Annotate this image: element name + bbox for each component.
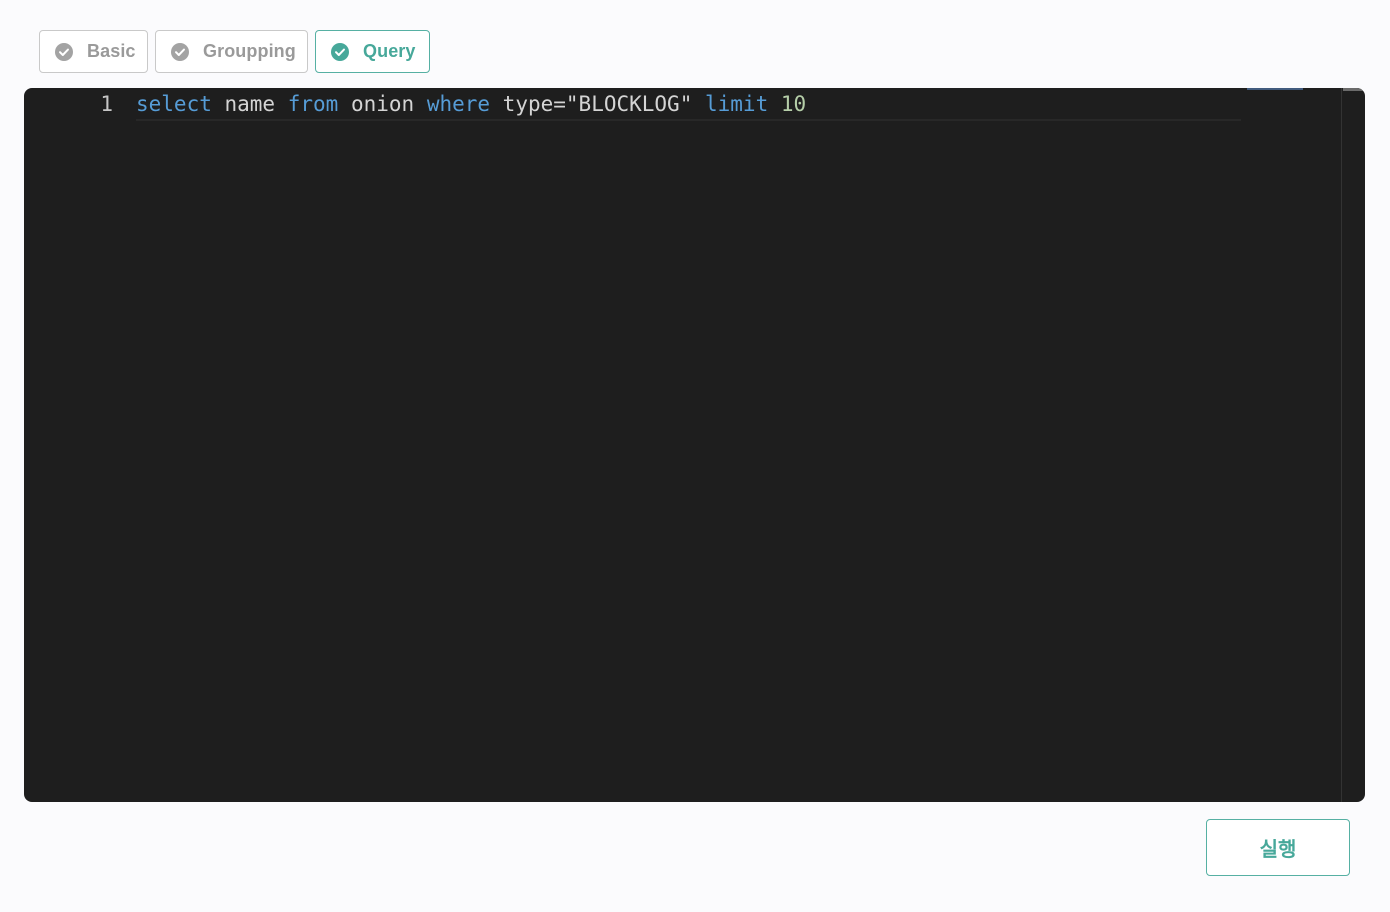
tab-groupping-label: Groupping — [203, 41, 296, 61]
check-circle-icon — [330, 42, 350, 62]
run-button-label: 실행 — [1259, 839, 1297, 861]
code-token: type — [490, 92, 554, 116]
vertical-scrollbar[interactable] — [1341, 88, 1365, 802]
line-number: 1 — [100, 92, 113, 116]
code-token: 10 — [780, 92, 807, 116]
code-token: from — [287, 92, 339, 116]
tab-query[interactable]: Query — [315, 30, 430, 73]
code-area[interactable]: select name from onion where type="BLOCK… — [136, 88, 1341, 802]
minimap[interactable] — [1241, 88, 1341, 802]
check-circle-icon — [54, 42, 74, 62]
tab-groupping[interactable]: Groupping — [155, 30, 308, 73]
run-button[interactable]: 실행 — [1206, 819, 1350, 876]
code-token: = — [553, 92, 566, 116]
tab-basic-label: Basic — [87, 41, 136, 61]
code-token: where — [426, 92, 491, 116]
tab-query-label: Query — [363, 41, 416, 61]
minimap-line — [1247, 88, 1303, 90]
code-line[interactable]: select name from onion where type="BLOCK… — [136, 90, 806, 118]
code-token: limit — [705, 92, 769, 116]
code-token: "BLOCKLOG" — [565, 92, 693, 116]
tab-basic[interactable]: Basic — [39, 30, 148, 73]
query-editor[interactable]: 1 select name from onion where type="BLO… — [24, 88, 1365, 802]
code-token: select — [136, 92, 212, 116]
line-number-gutter: 1 — [24, 88, 124, 802]
code-token: onion — [338, 92, 427, 116]
check-circle-icon — [170, 42, 190, 62]
code-token: name — [211, 92, 288, 116]
scrollbar-thumb[interactable] — [1343, 88, 1363, 91]
query-page: Basic Groupping Query 1 select name from… — [0, 0, 1390, 912]
tab-bar: Basic Groupping Query — [39, 30, 430, 73]
